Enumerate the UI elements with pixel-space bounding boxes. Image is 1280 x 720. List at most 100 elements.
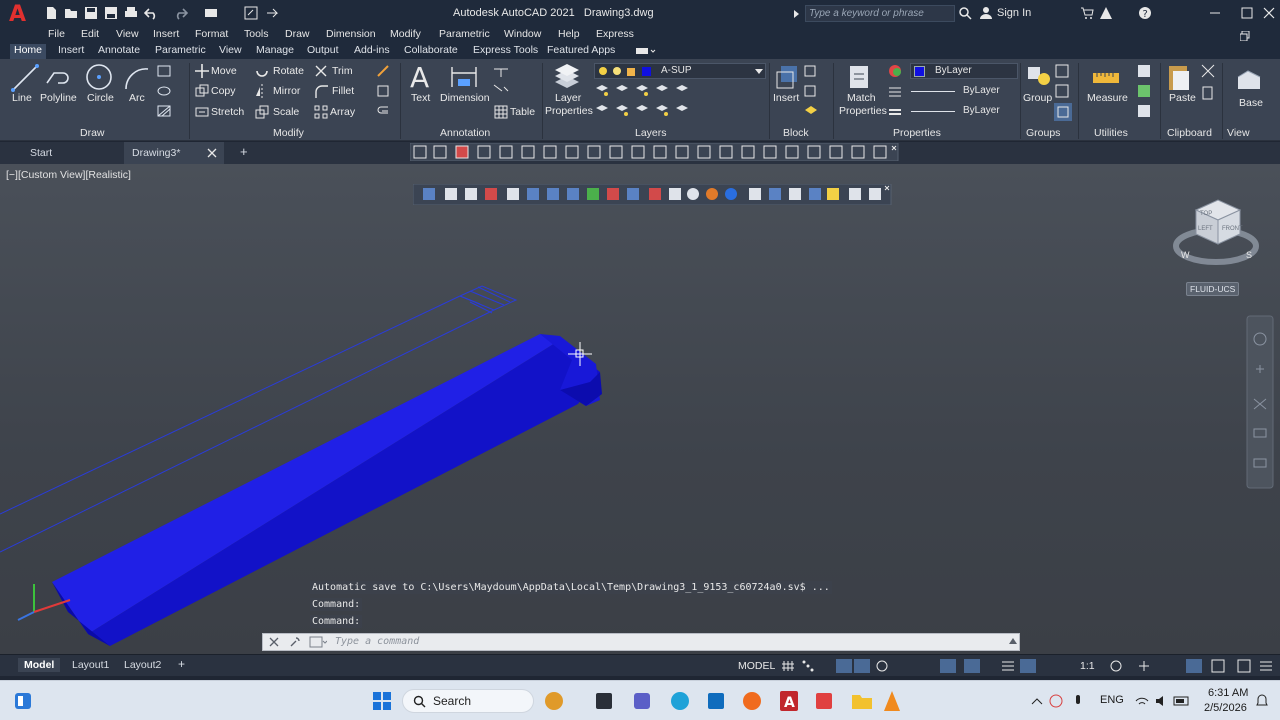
paste-button[interactable]: Paste bbox=[1169, 92, 1196, 104]
menu-insert[interactable]: Insert bbox=[153, 28, 179, 40]
panel-title-groups[interactable]: Groups bbox=[1026, 127, 1060, 139]
close-command-icon[interactable] bbox=[269, 637, 279, 647]
language-indicator[interactable]: ENG bbox=[1100, 694, 1124, 706]
mirror-button[interactable]: Mirror bbox=[273, 85, 300, 97]
menu-modify[interactable]: Modify bbox=[390, 28, 421, 40]
table-button[interactable]: Table bbox=[510, 106, 535, 118]
panel-title-annotation[interactable]: Annotation bbox=[440, 127, 490, 139]
array-icon[interactable] bbox=[314, 105, 328, 119]
close-tab-icon[interactable] bbox=[207, 148, 217, 158]
array-button[interactable]: Array bbox=[330, 106, 355, 118]
layer-tools-icons[interactable] bbox=[594, 84, 694, 124]
match-properties-label-1[interactable]: Match bbox=[847, 92, 876, 104]
drawing-viewport[interactable]: [−][Custom View][Realistic] TOP LEFT FRO… bbox=[0, 164, 1280, 654]
arc-icon[interactable] bbox=[122, 63, 152, 93]
workspace-icon[interactable] bbox=[204, 6, 218, 20]
ucs-dropdown[interactable]: FLUID-UCS bbox=[1186, 282, 1240, 296]
tab-express-tools[interactable]: Express Tools bbox=[473, 44, 538, 56]
menu-format[interactable]: Format bbox=[195, 28, 228, 40]
annotation-scale[interactable]: 1:1 bbox=[1080, 660, 1095, 672]
base-view-icon[interactable] bbox=[1234, 67, 1264, 93]
rotate-icon[interactable] bbox=[255, 64, 269, 78]
menu-parametric[interactable]: Parametric bbox=[439, 28, 490, 40]
print-icon[interactable] bbox=[124, 6, 138, 20]
measure-button[interactable]: Measure bbox=[1087, 92, 1128, 104]
close-icon[interactable] bbox=[1262, 6, 1276, 20]
rectangle-hatch-icon[interactable] bbox=[156, 64, 180, 124]
sign-in-link[interactable]: Sign In bbox=[997, 7, 1031, 19]
tab-home[interactable]: Home bbox=[10, 44, 47, 59]
circle-label[interactable]: Circle bbox=[87, 92, 114, 104]
notifications-icon[interactable] bbox=[1254, 693, 1270, 709]
search-icon[interactable] bbox=[958, 6, 972, 20]
copy-button[interactable]: Copy bbox=[211, 85, 236, 97]
move-button[interactable]: Move bbox=[211, 65, 237, 77]
autodesk-a360-icon[interactable] bbox=[1099, 6, 1113, 20]
menu-help[interactable]: Help bbox=[558, 28, 580, 40]
menu-view[interactable]: View bbox=[116, 28, 139, 40]
tab-layout1[interactable]: Layout1 bbox=[66, 658, 115, 672]
save-as-icon[interactable] bbox=[104, 6, 118, 20]
help-icon[interactable]: ? bbox=[1138, 6, 1152, 20]
taskbar-time[interactable]: 6:31 AM bbox=[1208, 687, 1248, 699]
tab-featured-apps[interactable]: Featured Apps bbox=[547, 44, 615, 56]
text-icon[interactable]: A bbox=[407, 61, 435, 91]
panel-title-clipboard[interactable]: Clipboard bbox=[1167, 127, 1212, 139]
panel-title-draw[interactable]: Draw bbox=[80, 127, 105, 139]
scale-button[interactable]: Scale bbox=[273, 106, 299, 118]
taskbar-pinned-apps-icons[interactable]: A bbox=[544, 689, 904, 713]
scale-icon[interactable] bbox=[255, 105, 269, 119]
system-tray-icons[interactable] bbox=[1030, 693, 1098, 709]
polyline-label[interactable]: Polyline bbox=[40, 92, 77, 104]
taskbar-search[interactable]: Search bbox=[402, 689, 534, 713]
linetype-dropdown[interactable]: ByLayer bbox=[910, 83, 1018, 99]
group-tools-icons[interactable] bbox=[1054, 63, 1072, 121]
send-icon[interactable] bbox=[266, 6, 280, 20]
restore-icon[interactable] bbox=[1240, 31, 1250, 41]
status-tools-icons[interactable] bbox=[1108, 658, 1278, 674]
command-input[interactable]: Type a command bbox=[335, 636, 419, 647]
move-icon[interactable] bbox=[195, 64, 209, 78]
tab-annotate[interactable]: Annotate bbox=[98, 44, 140, 56]
insert-button[interactable]: Insert bbox=[773, 92, 799, 104]
measure-icon[interactable] bbox=[1092, 67, 1120, 89]
offset-icon[interactable] bbox=[376, 105, 390, 119]
menu-draw[interactable]: Draw bbox=[285, 28, 310, 40]
copy-icon[interactable] bbox=[195, 84, 209, 98]
utility-tools-icons[interactable] bbox=[1136, 63, 1152, 121]
tab-view[interactable]: View bbox=[219, 44, 242, 56]
stretch-icon[interactable] bbox=[195, 105, 209, 119]
minimize-icon[interactable] bbox=[1208, 6, 1222, 20]
tab-output[interactable]: Output bbox=[307, 44, 339, 56]
explode-icon[interactable] bbox=[376, 84, 390, 98]
polyline-icon[interactable] bbox=[44, 63, 74, 93]
model-space-toggle[interactable]: MODEL bbox=[738, 660, 775, 672]
autocad-logo-icon[interactable]: A bbox=[9, 4, 31, 26]
layer-dropdown[interactable]: A-SUP bbox=[594, 63, 766, 79]
viewcube-front-label[interactable]: FRONT bbox=[1222, 226, 1243, 232]
tab-layout2[interactable]: Layout2 bbox=[118, 658, 167, 672]
menu-edit[interactable]: Edit bbox=[81, 28, 99, 40]
layer-properties-icon[interactable] bbox=[551, 62, 583, 92]
windows-start-icon[interactable] bbox=[372, 691, 392, 711]
mirror-icon[interactable] bbox=[255, 84, 269, 98]
tab-start[interactable]: Start bbox=[22, 142, 122, 164]
line-icon[interactable] bbox=[10, 63, 40, 93]
express-toolbar-icons[interactable] bbox=[410, 143, 900, 161]
match-properties-icon[interactable] bbox=[846, 62, 874, 92]
rotate-button[interactable]: Rotate bbox=[273, 65, 304, 77]
trim-icon[interactable] bbox=[314, 64, 328, 78]
new-file-icon[interactable] bbox=[44, 6, 58, 20]
chevron-up-icon[interactable] bbox=[1009, 638, 1017, 644]
panel-title-utilities[interactable]: Utilities bbox=[1094, 127, 1128, 139]
widgets-icon[interactable] bbox=[13, 691, 33, 711]
command-prompt-icon[interactable] bbox=[309, 636, 327, 648]
trim-button[interactable]: Trim bbox=[332, 65, 353, 77]
share-icon[interactable] bbox=[244, 6, 258, 20]
layer-properties-label-2[interactable]: Properties bbox=[545, 105, 593, 117]
panel-title-view[interactable]: View bbox=[1227, 127, 1250, 139]
help-search-input[interactable]: Type a keyword or phrase bbox=[805, 5, 955, 22]
maximize-icon[interactable] bbox=[1240, 6, 1254, 20]
text-button[interactable]: Text bbox=[411, 92, 430, 104]
table-icon[interactable] bbox=[494, 105, 508, 119]
